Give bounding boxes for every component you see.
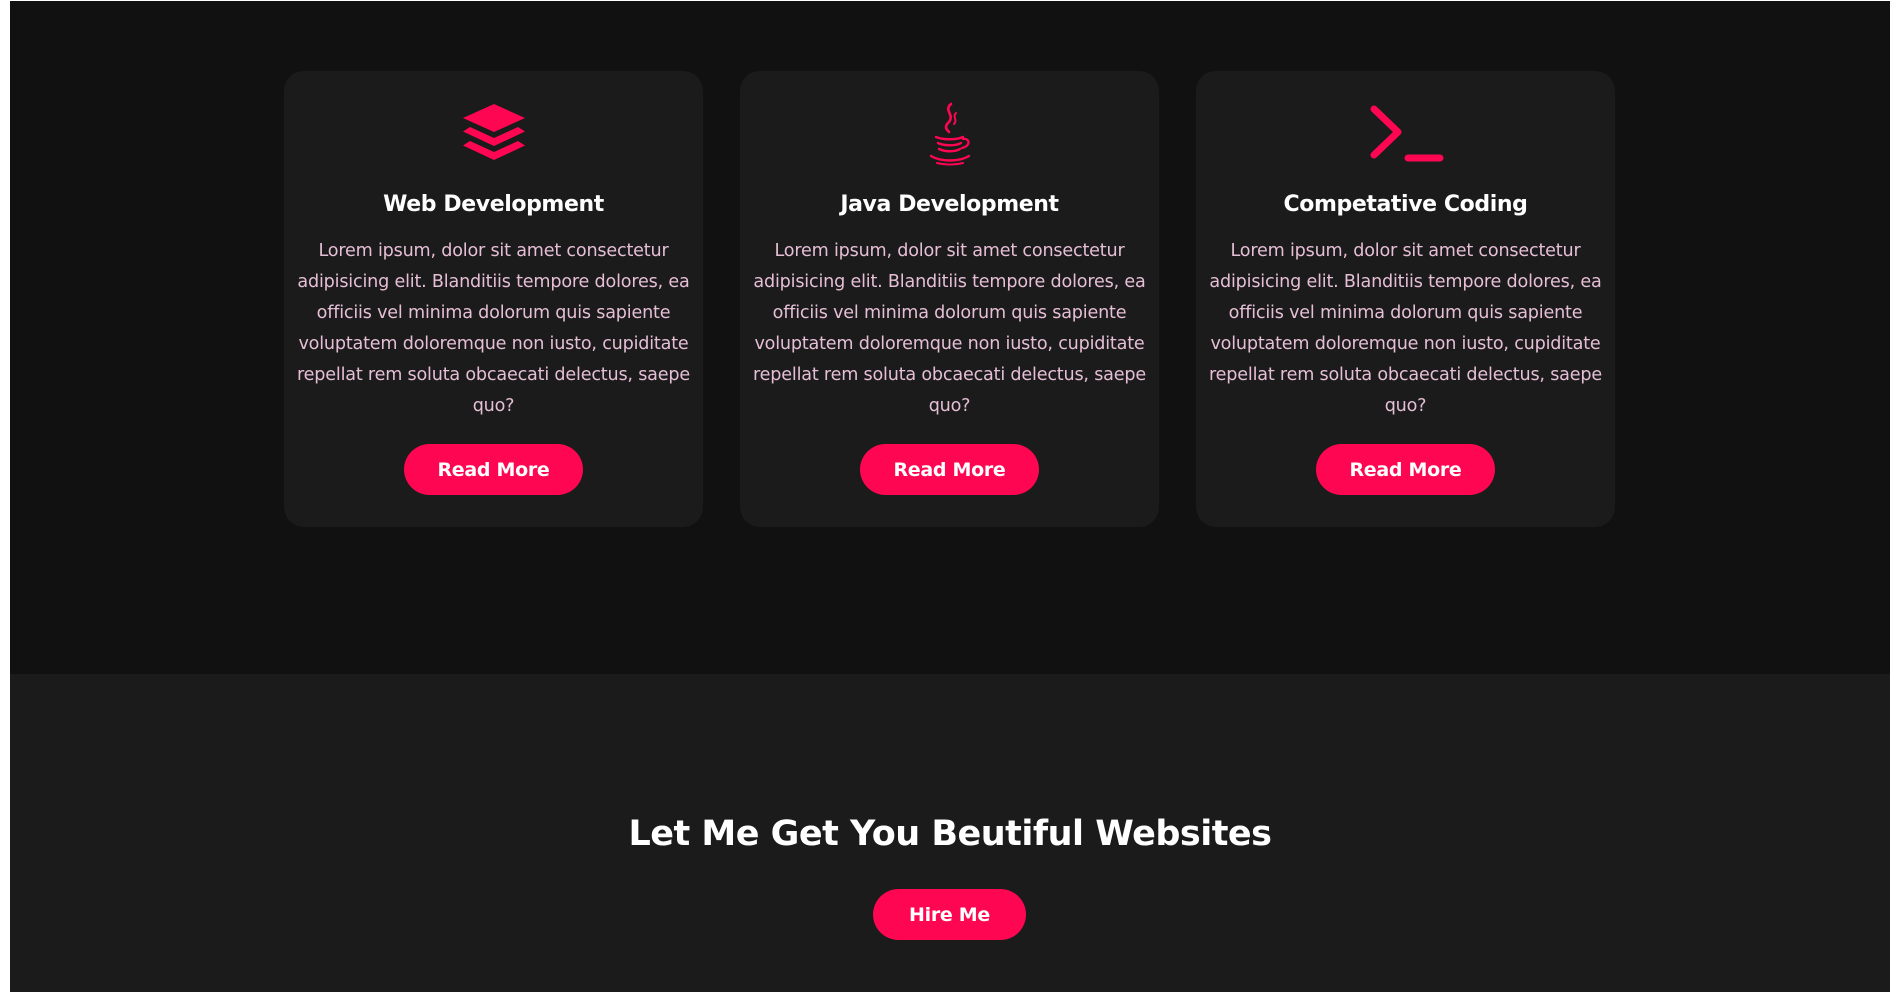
terminal-icon — [1366, 99, 1446, 169]
card-description: Lorem ipsum, dolor sit amet consectetur … — [1209, 241, 1602, 416]
card-title: Competative Coding — [1283, 192, 1528, 217]
read-more-button[interactable]: Read More — [1316, 444, 1495, 495]
page: Web Development Lorem ipsum, dolor sit a… — [10, 1, 1890, 992]
service-card-java-development: Java Development Lorem ipsum, dolor sit … — [740, 71, 1159, 527]
card-title: Java Development — [840, 192, 1059, 217]
service-card-web-development: Web Development Lorem ipsum, dolor sit a… — [284, 71, 703, 527]
card-title: Web Development — [383, 192, 604, 217]
service-cards: Web Development Lorem ipsum, dolor sit a… — [284, 71, 1615, 527]
cta-heading: Let Me Get You Beutiful Websites — [628, 814, 1272, 854]
layers-icon — [454, 99, 534, 169]
java-coffee-icon — [910, 99, 990, 169]
services-section: Web Development Lorem ipsum, dolor sit a… — [10, 1, 1890, 674]
service-card-competative-coding: Competative Coding Lorem ipsum, dolor si… — [1196, 71, 1615, 527]
read-more-button[interactable]: Read More — [860, 444, 1039, 495]
hire-me-button[interactable]: Hire Me — [873, 889, 1026, 940]
hire-me-section: Let Me Get You Beutiful Websites Hire Me — [10, 674, 1890, 992]
card-description: Lorem ipsum, dolor sit amet consectetur … — [297, 241, 690, 416]
read-more-button[interactable]: Read More — [404, 444, 583, 495]
card-description: Lorem ipsum, dolor sit amet consectetur … — [753, 241, 1146, 416]
